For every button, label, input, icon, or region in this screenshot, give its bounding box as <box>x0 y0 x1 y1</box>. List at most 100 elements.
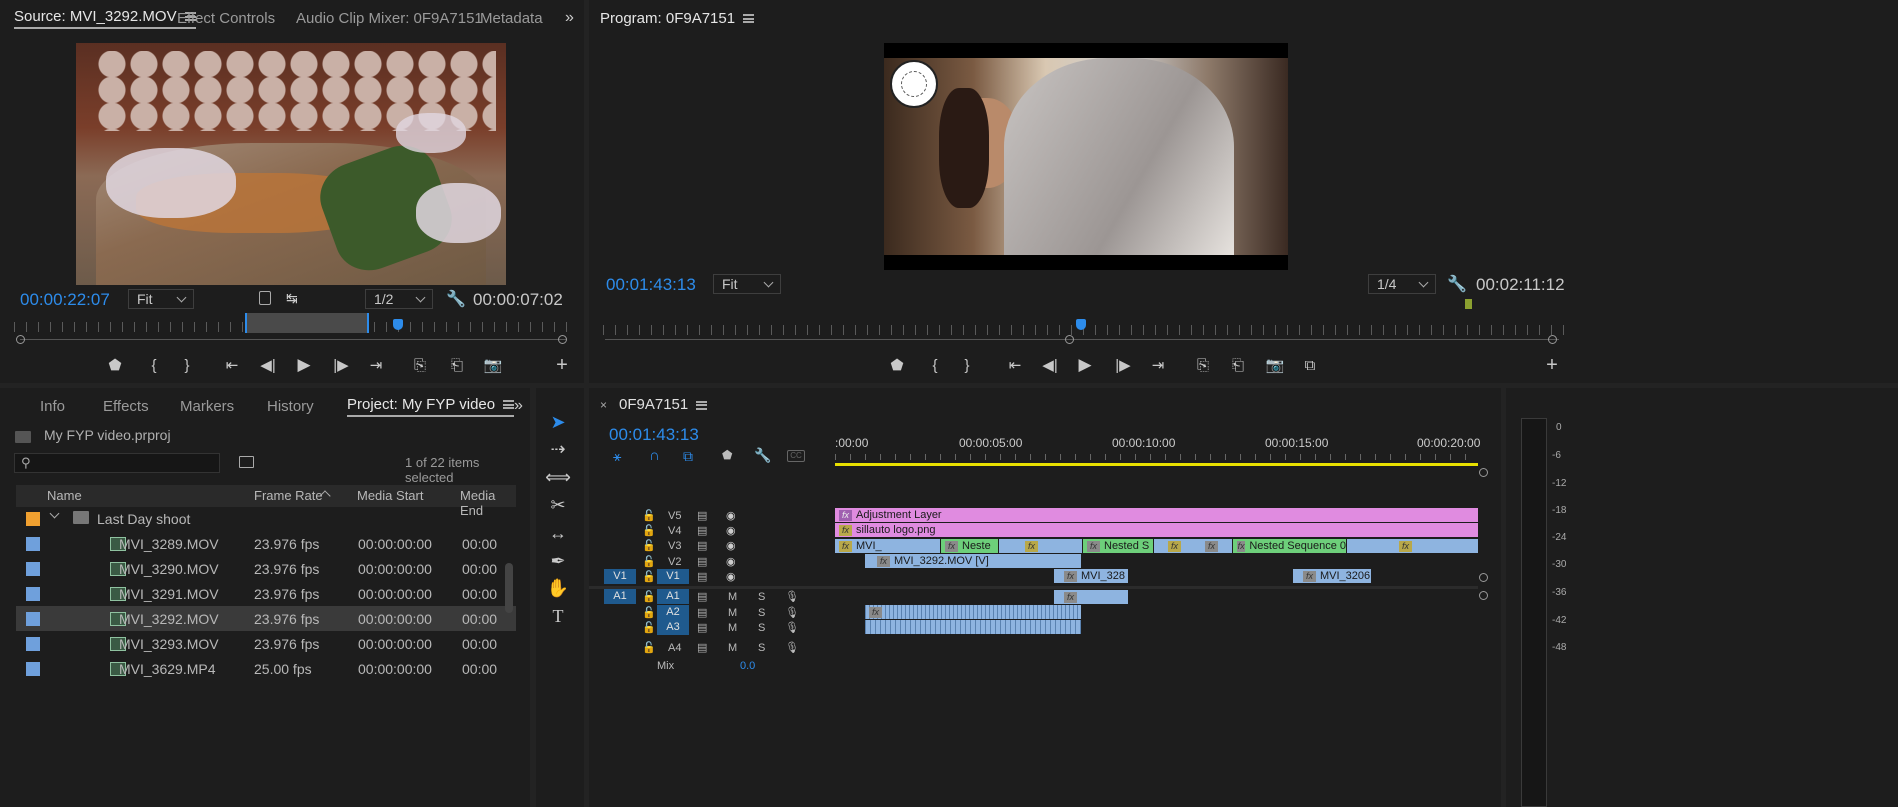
microphone-icon[interactable]: 🎙 <box>785 606 799 619</box>
vertical-scroll-handle[interactable] <box>1479 573 1488 582</box>
timeline-ruler[interactable]: :00:00 00:00:05:00 00:00:10:00 00:00:15:… <box>835 432 1480 464</box>
clip-a2[interactable]: fx <box>865 605 1081 619</box>
tab-source[interactable]: Source: MVI_3292.MOV <box>14 8 196 29</box>
menu-icon[interactable] <box>743 14 755 24</box>
tab-audio-clip-mixer[interactable]: Audio Clip Mixer: 0F9A7151 <box>296 10 483 27</box>
tab-effect-controls[interactable]: Effect Controls <box>177 10 275 27</box>
clip-v3-d[interactable]: fx <box>1347 539 1478 553</box>
expand-chevron-icon[interactable] <box>49 508 60 519</box>
sync-lock-icon[interactable]: ▤ <box>697 539 707 552</box>
solo-button[interactable]: S <box>758 622 765 634</box>
solo-button[interactable]: S <box>758 591 765 603</box>
type-tool-icon[interactable]: T <box>544 603 572 629</box>
eye-icon[interactable]: ◉ <box>726 539 736 552</box>
microphone-icon[interactable]: 🎙 <box>785 590 799 603</box>
scroll-handle-right[interactable] <box>1548 335 1557 344</box>
menu-icon[interactable] <box>696 400 708 410</box>
sync-lock-icon[interactable]: ▤ <box>697 606 707 619</box>
clip-adjustment-layer[interactable]: fx Adjustment Layer <box>835 508 1478 522</box>
export-frame-camera-icon[interactable]: 📷 <box>1262 352 1288 378</box>
sync-lock-icon[interactable]: ▤ <box>697 621 707 634</box>
source-playhead-timecode[interactable]: 00:00:22:07 <box>20 290 110 310</box>
program-playhead-timecode[interactable]: 00:01:43:13 <box>606 275 696 295</box>
mute-button[interactable]: M <box>728 591 737 603</box>
step-forward-button[interactable]: |▶ <box>1110 352 1136 378</box>
close-icon[interactable]: × <box>600 398 607 412</box>
lock-icon[interactable]: 🔓 <box>642 570 656 583</box>
drop-frame-icon[interactable] <box>259 291 271 305</box>
tab-project[interactable]: Project: My FYP video <box>347 396 515 417</box>
insert-button[interactable]: ⎘ <box>407 352 433 378</box>
mute-button[interactable]: M <box>728 607 737 619</box>
clip-v1-a[interactable]: fx MVI_328 <box>1054 569 1128 583</box>
eye-icon[interactable]: ◉ <box>726 509 736 522</box>
list-item[interactable]: MVI_3293.MOV 23.976 fps 00:00:00:00 00:0… <box>16 631 516 656</box>
snap-icon[interactable]: ∩ <box>649 447 660 464</box>
clip-v3-b[interactable]: fx <box>999 539 1082 553</box>
col-name[interactable]: Name <box>47 488 82 503</box>
panel-overflow-icon[interactable]: » <box>514 397 523 415</box>
program-zoom-dropdown[interactable]: Fit <box>713 274 781 294</box>
source-resolution-dropdown[interactable]: 1/2 <box>365 289 433 309</box>
solo-button[interactable]: S <box>758 642 765 654</box>
mute-button[interactable]: M <box>728 622 737 634</box>
project-search-input[interactable]: ⚲ <box>14 453 220 473</box>
source-patch-v1[interactable]: V1 <box>604 569 636 584</box>
mix-value[interactable]: 0.0 <box>740 660 755 672</box>
program-playhead[interactable] <box>1076 319 1086 330</box>
add-marker-button[interactable]: ⬟ <box>102 352 128 378</box>
export-frame-toggle-icon[interactable]: ↹ <box>286 290 298 307</box>
microphone-icon[interactable]: 🎙 <box>785 641 799 654</box>
tab-effects[interactable]: Effects <box>103 398 149 415</box>
play-button[interactable]: ▶ <box>291 352 317 378</box>
comparison-view-icon[interactable]: ⧉ <box>1297 352 1323 378</box>
clip-v3-a[interactable]: fx MVI_ <box>835 539 940 553</box>
project-scrollbar[interactable] <box>505 563 513 613</box>
scroll-handle-right[interactable] <box>558 335 567 344</box>
scroll-handle-left[interactable] <box>16 335 25 344</box>
clip-a3[interactable] <box>865 620 1081 634</box>
lock-icon[interactable]: 🔓 <box>642 641 656 654</box>
vertical-scroll-handle[interactable] <box>1479 591 1488 600</box>
sync-lock-icon[interactable]: ▤ <box>697 524 707 537</box>
clip-v2[interactable]: fx MVI_3292.MOV [V] <box>865 554 1081 568</box>
selection-tool-icon[interactable]: ➤ <box>544 409 572 435</box>
col-frame-rate[interactable]: Frame Rate <box>254 488 323 503</box>
sync-lock-icon[interactable]: ▤ <box>697 555 707 568</box>
settings-wrench-icon[interactable]: 🔧 <box>446 289 466 309</box>
eye-icon[interactable]: ◉ <box>726 524 736 537</box>
button-editor-plus-icon[interactable]: + <box>1539 352 1565 378</box>
lock-icon[interactable]: 🔓 <box>642 555 656 568</box>
go-to-out-button[interactable]: ⇥ <box>1145 352 1171 378</box>
clip-v1-b[interactable]: fx MVI_3206 <box>1293 569 1371 583</box>
eye-icon[interactable]: ◉ <box>726 555 736 568</box>
mark-out-button[interactable]: } <box>954 352 980 378</box>
ripple-edit-tool-icon[interactable]: ⟺ <box>544 464 572 490</box>
play-button[interactable]: ▶ <box>1072 352 1098 378</box>
go-to-out-button[interactable]: ⇥ <box>363 352 389 378</box>
clip-v3-c[interactable]: fx fx <box>1154 539 1232 553</box>
linked-selection-icon[interactable]: ⧉ <box>683 448 693 465</box>
clip-a1[interactable]: fx <box>1054 590 1128 604</box>
folder-row[interactable]: Last Day shoot <box>16 506 516 531</box>
list-item[interactable]: MVI_3291.MOV 23.976 fps 00:00:00:00 00:0… <box>16 581 516 606</box>
mark-in-button[interactable]: { <box>922 352 948 378</box>
sequence-tab[interactable]: 0F9A7151 <box>619 396 708 413</box>
sync-lock-icon[interactable]: ▤ <box>697 641 707 654</box>
source-in-out-range[interactable] <box>245 313 369 333</box>
nest-toggle-icon[interactable]: ⚹ <box>613 448 621 465</box>
track-divider[interactable] <box>835 586 1478 589</box>
captions-icon[interactable]: CC <box>787 450 805 462</box>
hand-tool-icon[interactable]: ✋ <box>544 575 572 601</box>
lift-button[interactable]: ⎘ <box>1190 352 1216 378</box>
timeline-settings-wrench-icon[interactable]: 🔧 <box>754 447 771 464</box>
clip-v3-nested-b[interactable]: fx Nested S <box>1083 539 1153 553</box>
lock-icon[interactable]: 🔓 <box>642 590 656 603</box>
slip-tool-icon[interactable]: ↔ <box>544 520 572 546</box>
source-zoom-dropdown[interactable]: Fit <box>128 289 194 309</box>
razor-tool-icon[interactable]: ✂ <box>544 492 572 518</box>
sync-lock-icon[interactable]: ▤ <box>697 570 707 583</box>
program-resolution-dropdown[interactable]: 1/4 <box>1368 274 1436 294</box>
add-marker-icon[interactable]: ⬟ <box>722 448 732 462</box>
clip-v3-nested-a[interactable]: fx Neste <box>941 539 998 553</box>
